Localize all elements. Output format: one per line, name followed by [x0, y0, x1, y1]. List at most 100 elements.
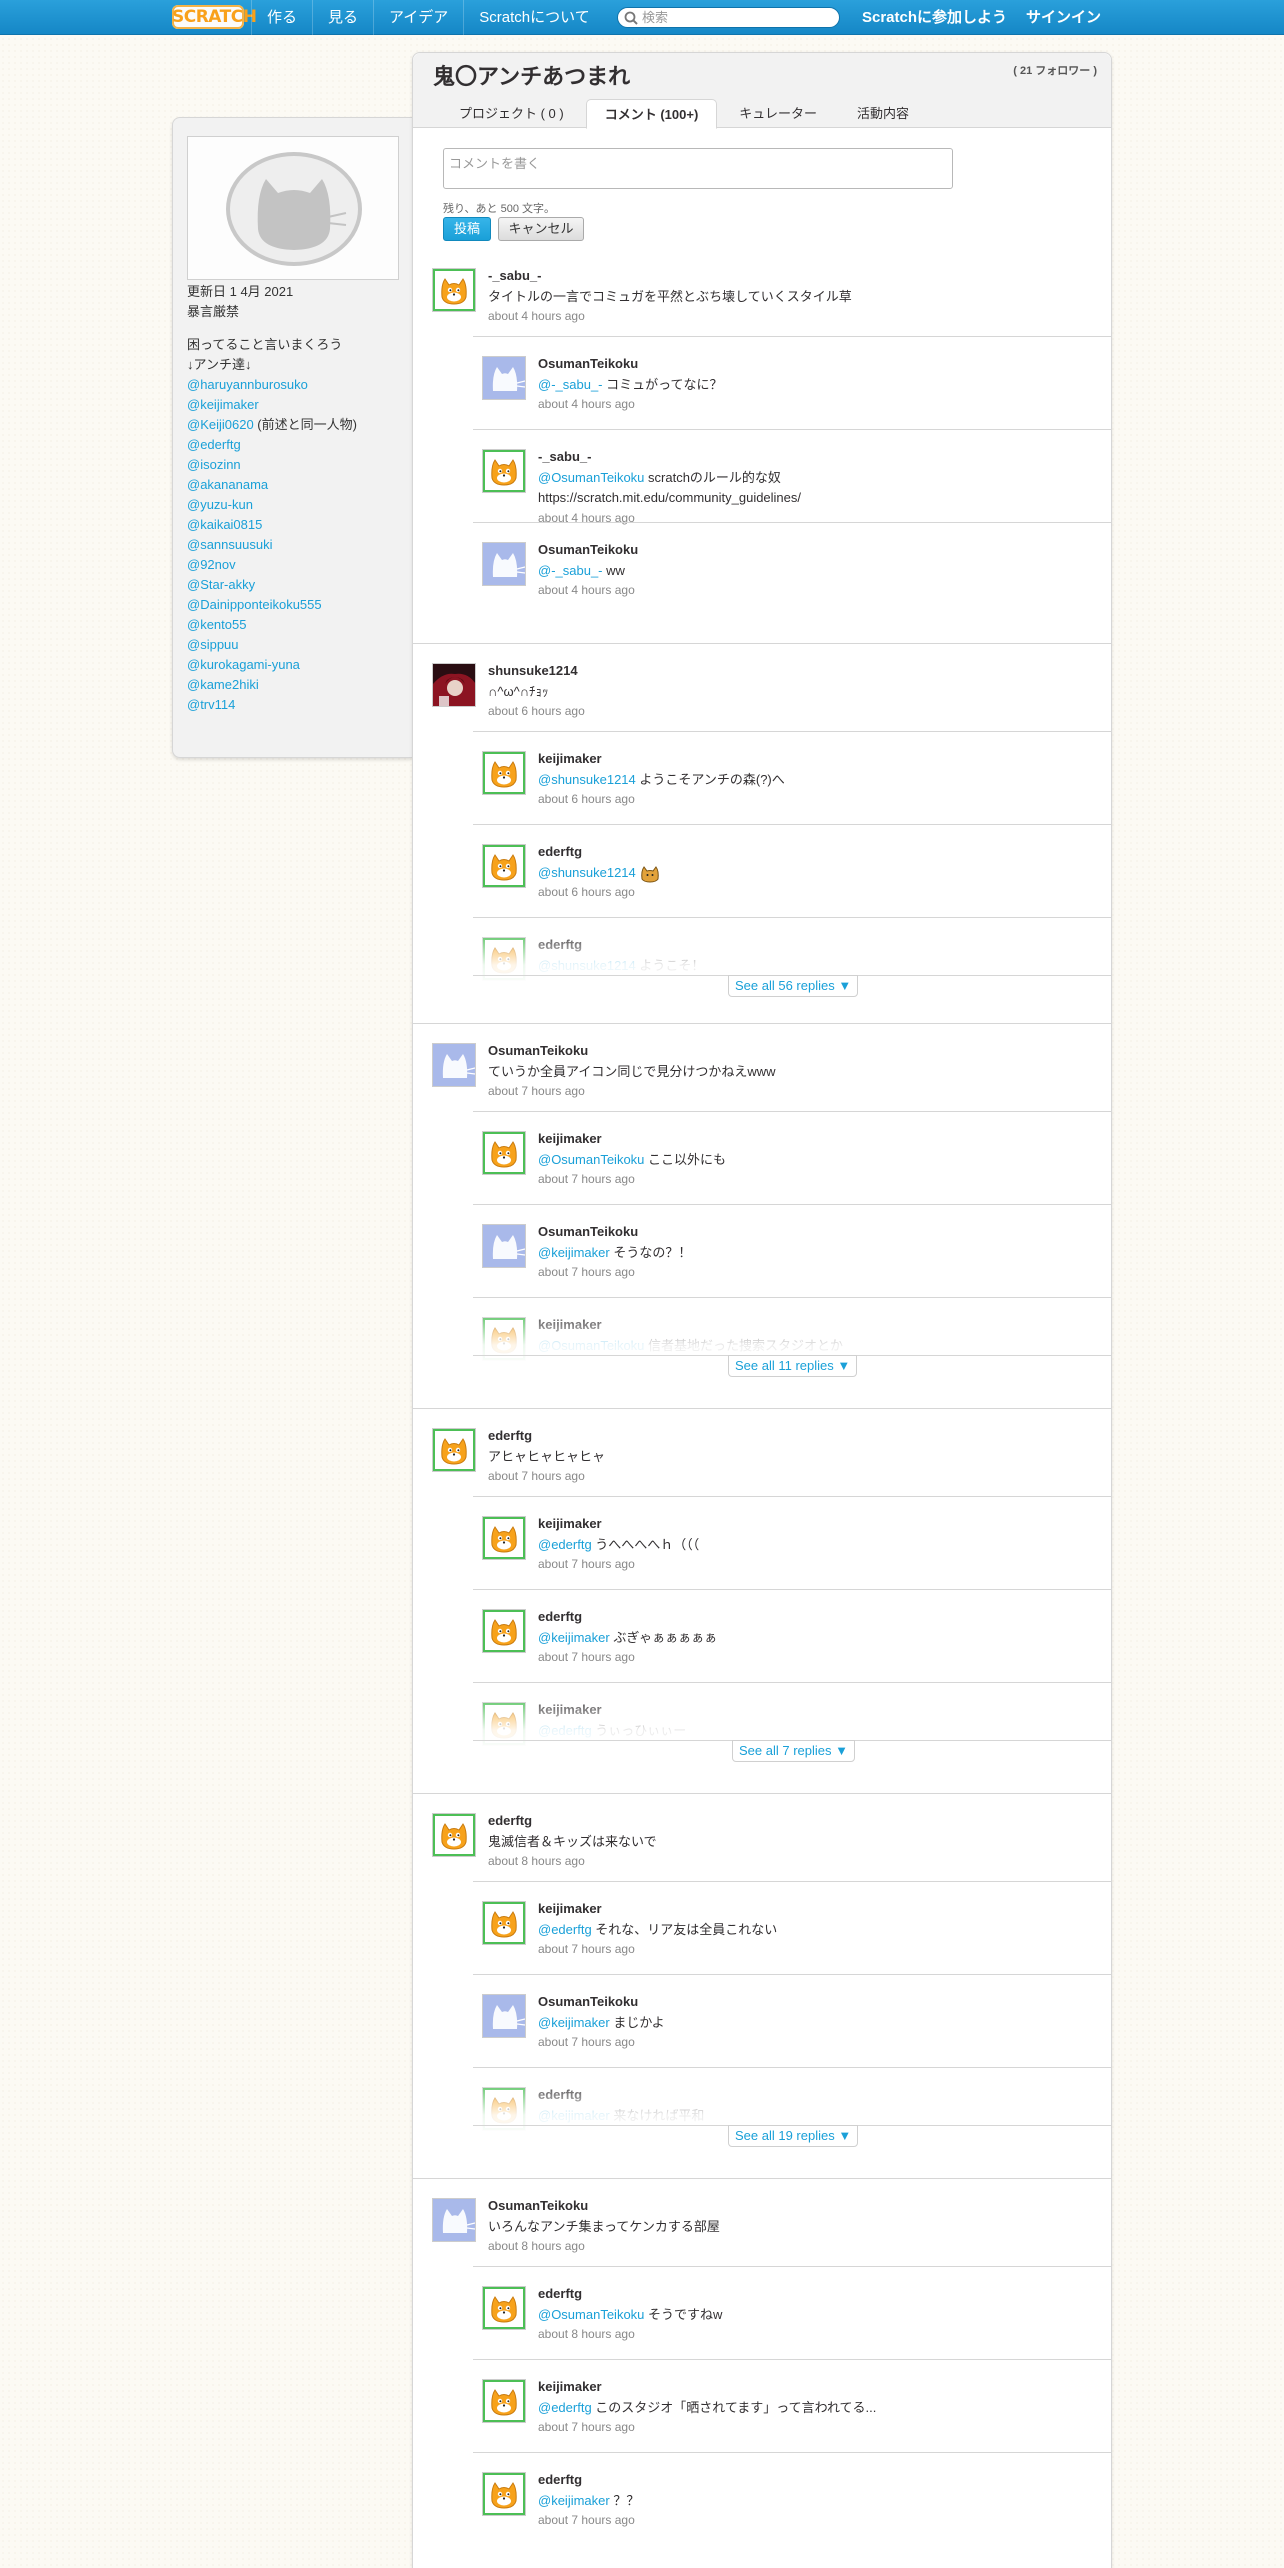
search-input[interactable] — [642, 9, 832, 26]
mention-link[interactable]: @keijimaker — [538, 1245, 610, 1260]
reply-username[interactable]: ederftg — [538, 844, 582, 859]
reply-username[interactable]: keijimaker — [538, 1901, 602, 1916]
reply-username[interactable]: -_sabu_- — [538, 449, 591, 464]
cat-avatar-icon[interactable] — [482, 844, 526, 888]
comment-username[interactable]: OsumanTeikoku — [488, 1043, 588, 1058]
reply-username[interactable]: OsumanTeikoku — [538, 356, 638, 371]
default-user-avatar-icon[interactable] — [482, 542, 526, 586]
cat-avatar-icon[interactable] — [482, 1901, 526, 1945]
member-item: @ederftg — [187, 435, 407, 455]
see-all-replies-button[interactable]: See all 56 replies ▼ — [728, 975, 859, 997]
default-user-avatar-icon[interactable] — [482, 1994, 526, 2038]
reply-username[interactable]: keijimaker — [538, 2379, 602, 2394]
comment-username[interactable]: ederftg — [488, 1813, 532, 1828]
cat-avatar-icon[interactable] — [482, 1516, 526, 1560]
mention-link[interactable]: @-_sabu_- — [538, 377, 603, 392]
cat-avatar-icon[interactable] — [432, 268, 476, 312]
tab-activity[interactable]: 活動内容 — [839, 99, 927, 128]
mention-link[interactable]: @shunsuke1214 — [538, 865, 636, 880]
default-user-avatar-icon[interactable] — [432, 1043, 476, 1087]
cat-avatar-icon[interactable] — [482, 2472, 526, 2516]
member-item: @kento55 — [187, 615, 407, 635]
comment-username[interactable]: ederftg — [488, 1428, 532, 1443]
member-mention-link[interactable]: @kurokagami-yuna — [187, 657, 300, 672]
default-user-avatar-icon[interactable] — [432, 2198, 476, 2242]
member-mention-link[interactable]: @Dainipponteikoku555 — [187, 597, 322, 612]
tab-curators[interactable]: キュレーター — [721, 99, 835, 128]
member-mention-link[interactable]: @yuzu-kun — [187, 497, 253, 512]
reply-username[interactable]: ederftg — [538, 2472, 582, 2487]
post-button[interactable]: 投稿 — [443, 217, 491, 241]
cat-avatar-icon[interactable] — [482, 449, 526, 493]
member-mention-link[interactable]: @haruyannburosuko — [187, 377, 308, 392]
default-user-avatar-icon[interactable] — [482, 356, 526, 400]
mention-link[interactable]: @OsumanTeikoku — [538, 470, 644, 485]
tab-comments[interactable]: コメント (100+) — [585, 99, 718, 129]
member-mention-link[interactable]: @akananama — [187, 477, 268, 492]
nav-create[interactable]: 作る — [251, 0, 312, 35]
mention-link[interactable]: @ederftg — [538, 1922, 592, 1937]
member-mention-link[interactable]: @keijimaker — [187, 397, 259, 412]
comment-username[interactable]: OsumanTeikoku — [488, 2198, 588, 2213]
nav-ideas[interactable]: アイデア — [373, 0, 463, 35]
cat-avatar-icon[interactable] — [482, 1609, 526, 1653]
nav-about[interactable]: Scratchについて — [463, 0, 604, 35]
cancel-button[interactable]: キャンセル — [498, 217, 584, 241]
reply-username[interactable]: OsumanTeikoku — [538, 1994, 638, 2009]
signin-link[interactable]: サインイン — [1026, 0, 1101, 35]
member-mention-link[interactable]: @kento55 — [187, 617, 246, 632]
cat-avatar-icon[interactable] — [482, 2286, 526, 2330]
see-all-replies-button[interactable]: See all 19 replies ▼ — [728, 2125, 859, 2147]
default-user-avatar-icon[interactable] — [482, 1224, 526, 1268]
member-mention-link[interactable]: @isozinn — [187, 457, 241, 472]
comment-username[interactable]: shunsuke1214 — [488, 663, 578, 678]
reply-username[interactable]: OsumanTeikoku — [538, 1224, 638, 1239]
cat-avatar-icon[interactable] — [432, 1813, 476, 1857]
reply-comment: OsumanTeikoku @-_sabu_- ww about 4 hours a… — [482, 542, 1092, 622]
comment-textarea[interactable] — [444, 149, 952, 188]
comment-timestamp: about 7 hours ago — [488, 1084, 585, 1098]
member-mention-link[interactable]: @sannsuusuki — [187, 537, 272, 552]
reply-username[interactable]: keijimaker — [538, 1131, 602, 1146]
comment-username[interactable]: -_sabu_- — [488, 268, 541, 283]
reply-username[interactable]: keijimaker — [538, 1516, 602, 1531]
see-all-replies-button[interactable]: See all 11 replies ▼ — [728, 1355, 858, 1377]
see-all-replies-button[interactable]: See all 7 replies ▼ — [732, 1740, 855, 1762]
mention-link[interactable]: @-_sabu_- — [538, 563, 603, 578]
cat-avatar-icon[interactable] — [482, 751, 526, 795]
mention-link[interactable]: @OsumanTeikoku — [538, 2307, 644, 2322]
reply-username[interactable]: keijimaker — [538, 751, 602, 766]
cat-avatar-icon[interactable] — [482, 1131, 526, 1175]
mention-link[interactable]: @ederftg — [538, 1537, 592, 1552]
member-mention-link[interactable]: @Star-akky — [187, 577, 255, 592]
mention-link[interactable]: @keijimaker — [538, 2493, 610, 2508]
reply-divider — [473, 2452, 1111, 2453]
member-mention-link[interactable]: @ederftg — [187, 437, 241, 452]
mention-link[interactable]: @ederftg — [538, 2400, 592, 2415]
join-link[interactable]: Scratchに参加しよう — [862, 0, 1007, 35]
reply-username[interactable]: OsumanTeikoku — [538, 542, 638, 557]
cat-avatar-icon[interactable] — [482, 2379, 526, 2423]
member-mention-link[interactable]: @92nov — [187, 557, 236, 572]
mention-link[interactable]: @keijimaker — [538, 1630, 610, 1645]
reply-username[interactable]: ederftg — [538, 1609, 582, 1624]
guidelines-link[interactable]: https://scratch.mit.edu/community_guidel… — [538, 488, 801, 507]
member-mention-link[interactable]: @kame2hiki — [187, 677, 259, 692]
cat-avatar-icon[interactable] — [432, 1428, 476, 1472]
scratch-logo[interactable]: SCRATCH — [172, 5, 257, 29]
search-box[interactable] — [617, 7, 840, 28]
user-photo-avatar[interactable] — [432, 663, 476, 707]
reply-comment: keijimaker @ederftg それな、リア友は全員これない about 7… — [482, 1901, 1092, 1981]
nav-explore[interactable]: 見る — [312, 0, 373, 35]
mention-link[interactable]: @OsumanTeikoku — [538, 1152, 644, 1167]
member-mention-link[interactable]: @sippuu — [187, 637, 239, 652]
mention-link[interactable]: @shunsuke1214 — [538, 772, 636, 787]
member-mention-link[interactable]: @trv114 — [187, 697, 235, 712]
member-mention-link[interactable]: @kaikai0815 — [187, 517, 262, 532]
tab-projects[interactable]: プロジェクト ( 0 ) — [441, 99, 582, 128]
comment-compose-box[interactable] — [443, 148, 953, 189]
mention-link[interactable]: @keijimaker — [538, 2015, 610, 2030]
member-mention-link[interactable]: @Keiji0620 — [187, 417, 254, 432]
reply-comment: keijimaker @ederftg このスタジオ「晒されてます」って言われてる… — [482, 2379, 1092, 2459]
reply-username[interactable]: ederftg — [538, 2286, 582, 2301]
